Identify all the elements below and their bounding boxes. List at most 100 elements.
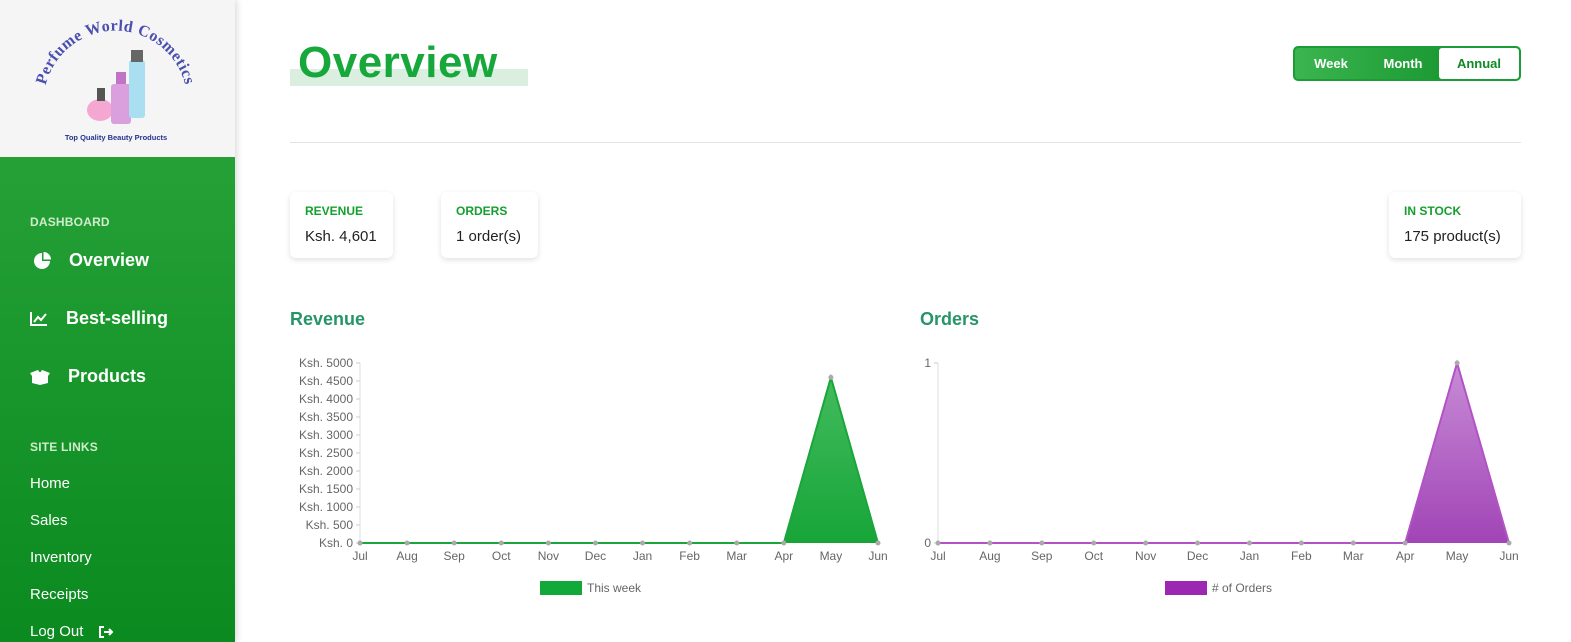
x-tick-label: Mar xyxy=(1343,549,1364,563)
line-chart-icon xyxy=(30,311,47,326)
x-tick-label: Jul xyxy=(930,549,945,563)
y-tick-label: Ksh. 3000 xyxy=(299,428,353,442)
x-tick-label: Dec xyxy=(585,549,606,563)
data-point[interactable] xyxy=(987,540,993,546)
nav-best-selling[interactable]: Best-selling xyxy=(30,308,168,329)
site-link-sales[interactable]: Sales xyxy=(30,512,68,529)
series-area xyxy=(360,377,878,543)
site-link-receipts[interactable]: Receipts xyxy=(30,586,88,603)
logout-label: Log Out xyxy=(30,623,84,640)
revenue-legend-label: This week xyxy=(587,581,642,595)
brand-logo-graphic: Perfume World Cosmetics Top Quality Beau… xyxy=(33,18,198,142)
x-tick-label: May xyxy=(820,549,843,563)
stock-card-value: 175 product(s) xyxy=(1404,228,1501,245)
orders-chart: 1 0Jul Aug Sep Oct Nov Dec Jan Feb Mar Apr May Jun xyxy=(924,356,1518,563)
x-tick-label: Sep xyxy=(444,549,466,563)
data-point[interactable] xyxy=(592,540,598,546)
revenue-chart: Ksh. 5000 Ksh. 4500 Ksh. 4000 Ksh. 3500 Ksh.… xyxy=(299,356,888,563)
logo[interactable]: Perfume World Cosmetics Top Quality Beau… xyxy=(0,0,235,157)
data-point[interactable] xyxy=(1246,540,1252,546)
revenue-chart-title: Revenue xyxy=(290,309,366,329)
x-tick-label: Aug xyxy=(979,549,1000,563)
data-point[interactable] xyxy=(404,540,410,546)
x-tick-label: Jul xyxy=(352,549,367,563)
x-tick-label: Feb xyxy=(1291,549,1312,563)
svg-text:Perfume World Cosmetics: Perfume World Cosmetics xyxy=(33,18,198,87)
y-tick-label: Ksh. 3500 xyxy=(299,410,353,424)
x-tick-label: Dec xyxy=(1187,549,1208,563)
orders-legend-label: # of Orders xyxy=(1212,581,1273,595)
revenue-card-value: Ksh. 4,601 xyxy=(305,228,377,245)
x-tick-label: Apr xyxy=(774,549,793,563)
x-tick-label: Jun xyxy=(868,549,887,563)
data-point[interactable] xyxy=(734,540,740,546)
data-point[interactable] xyxy=(640,540,646,546)
x-tick-label: Jan xyxy=(633,549,652,563)
data-point[interactable] xyxy=(1143,540,1149,546)
y-tick-label: Ksh. 2000 xyxy=(299,464,353,478)
revenue-legend-swatch xyxy=(540,581,582,595)
orders-legend[interactable]: # of Orders xyxy=(1165,581,1272,595)
x-tick-label: Sep xyxy=(1031,549,1053,563)
orders-card-value: 1 order(s) xyxy=(456,228,522,245)
data-point[interactable] xyxy=(1091,540,1097,546)
nav-products-label: Products xyxy=(68,366,147,386)
header-divider xyxy=(290,142,1521,143)
orders-card-label: ORDERS xyxy=(456,204,508,218)
data-point[interactable] xyxy=(451,540,457,546)
data-point[interactable] xyxy=(875,540,881,546)
revenue-legend[interactable]: This week xyxy=(540,581,641,595)
x-tick-label: Oct xyxy=(492,549,511,563)
nav-products[interactable]: Products xyxy=(30,366,146,387)
x-tick-label: May xyxy=(1446,549,1469,563)
y-tick-label: Ksh. 4500 xyxy=(299,374,353,388)
period-annual-button[interactable]: Annual xyxy=(1439,48,1519,79)
data-point[interactable] xyxy=(781,540,787,546)
logout-icon xyxy=(99,625,114,638)
x-tick-label: Nov xyxy=(538,549,559,563)
stock-card-label: IN STOCK xyxy=(1404,204,1462,218)
series-area xyxy=(938,363,1509,543)
sidebar: Perfume World Cosmetics Top Quality Beau… xyxy=(0,0,235,642)
data-point[interactable] xyxy=(1506,540,1512,546)
data-point[interactable] xyxy=(935,540,941,546)
site-link-inventory[interactable]: Inventory xyxy=(30,549,92,566)
y-tick-label: Ksh. 0 xyxy=(319,536,353,550)
data-point[interactable] xyxy=(1195,540,1201,546)
orders-chart-title: Orders xyxy=(920,309,980,329)
dashboard-section-label: DASHBOARD xyxy=(30,215,110,229)
period-week-button[interactable]: Week xyxy=(1295,48,1367,79)
data-point[interactable] xyxy=(1039,540,1045,546)
data-point[interactable] xyxy=(357,540,363,546)
y-tick-label: Ksh. 500 xyxy=(306,518,354,532)
data-point[interactable] xyxy=(1402,540,1408,546)
boxes-icon xyxy=(30,369,50,385)
x-tick-label: Nov xyxy=(1135,549,1156,563)
period-toggle: Week Month Annual xyxy=(1293,46,1521,81)
x-tick-label: Mar xyxy=(726,549,747,563)
x-tick-label: Feb xyxy=(679,549,700,563)
x-tick-label: Jun xyxy=(1499,549,1518,563)
site-link-home[interactable]: Home xyxy=(30,475,70,492)
x-tick-label: Aug xyxy=(396,549,417,563)
y-tick-label: Ksh. 4000 xyxy=(299,392,353,406)
y-tick-label: 0 xyxy=(924,536,931,550)
brand-name: Perfume World Cosmetics xyxy=(33,18,197,87)
orders-card: ORDERS 1 order(s) xyxy=(441,192,538,258)
data-point[interactable] xyxy=(545,540,551,546)
x-tick-label: Oct xyxy=(1084,549,1103,563)
logout-link[interactable]: Log Out xyxy=(30,623,114,640)
data-point[interactable] xyxy=(498,540,504,546)
data-point[interactable] xyxy=(1298,540,1304,546)
data-point[interactable] xyxy=(1454,360,1460,366)
y-tick-label: Ksh. 5000 xyxy=(299,356,353,370)
data-point[interactable] xyxy=(828,374,834,380)
nav-overview[interactable]: Overview xyxy=(33,250,149,271)
data-point[interactable] xyxy=(687,540,693,546)
x-tick-label: Apr xyxy=(1396,549,1415,563)
period-month-button[interactable]: Month xyxy=(1367,48,1439,79)
orders-legend-swatch xyxy=(1165,581,1207,595)
y-tick-label: Ksh. 2500 xyxy=(299,446,353,460)
page-title: Overview xyxy=(298,38,498,87)
data-point[interactable] xyxy=(1350,540,1356,546)
